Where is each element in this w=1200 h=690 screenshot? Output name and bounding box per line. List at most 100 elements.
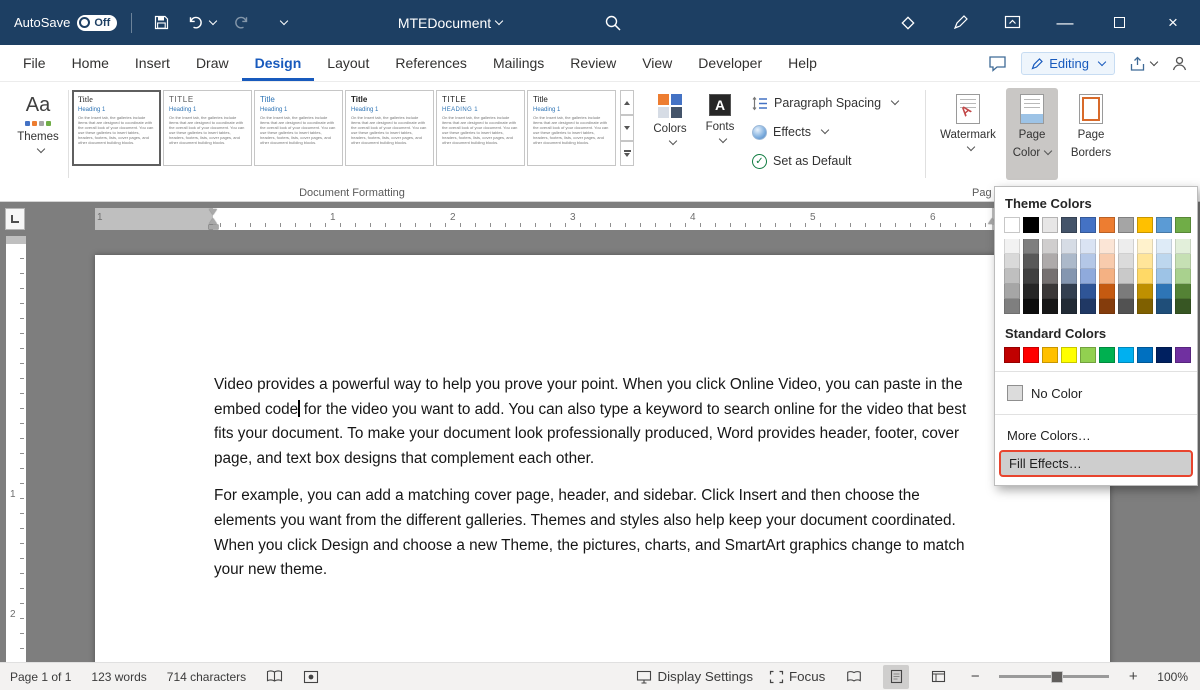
page-borders-button[interactable]: Page Borders <box>1062 88 1120 180</box>
zoom-in-button[interactable]: + <box>1125 668 1141 685</box>
tab-developer[interactable]: Developer <box>685 45 775 81</box>
color-swatch[interactable] <box>1099 284 1115 299</box>
document-title[interactable]: MTEDocument <box>365 0 535 45</box>
color-swatch[interactable] <box>1156 299 1172 314</box>
colors-button[interactable]: Colors <box>646 88 694 180</box>
color-swatch[interactable] <box>1099 254 1115 269</box>
tab-view[interactable]: View <box>629 45 685 81</box>
color-swatch[interactable] <box>1118 239 1134 254</box>
color-swatch[interactable] <box>1023 347 1039 363</box>
close-button[interactable]: × <box>1146 0 1200 45</box>
search-button[interactable] <box>598 8 628 38</box>
tab-references[interactable]: References <box>382 45 480 81</box>
color-swatch[interactable] <box>1175 299 1191 314</box>
color-swatch[interactable] <box>1137 239 1153 254</box>
vertical-ruler[interactable]: 12 <box>6 236 26 662</box>
redo-button[interactable] <box>226 8 256 38</box>
page-color-button[interactable]: Page Color <box>1006 88 1058 180</box>
style-set-thumbnail[interactable]: TITLEHeading 1On the Insert tab, the gal… <box>163 90 252 166</box>
web-layout-view-button[interactable] <box>925 665 951 689</box>
macro-recording-button[interactable] <box>303 670 319 684</box>
color-swatch[interactable] <box>1042 347 1058 363</box>
account-button[interactable] <box>1171 55 1188 72</box>
color-swatch[interactable] <box>1061 284 1077 299</box>
tab-layout[interactable]: Layout <box>314 45 382 81</box>
presenter-button[interactable] <box>882 0 934 45</box>
color-swatch[interactable] <box>1156 217 1172 233</box>
color-swatch[interactable] <box>1156 239 1172 254</box>
document-page[interactable]: Video provides a powerful way to help yo… <box>95 255 1110 662</box>
color-swatch[interactable] <box>1042 239 1058 254</box>
color-swatch[interactable] <box>1175 284 1191 299</box>
color-swatch[interactable] <box>1137 284 1153 299</box>
color-swatch[interactable] <box>1137 217 1153 233</box>
paragraph-spacing-button[interactable]: Paragraph Spacing <box>752 92 898 114</box>
color-swatch[interactable] <box>1080 239 1096 254</box>
watermark-button[interactable]: A Watermark <box>936 88 1000 180</box>
color-swatch[interactable] <box>1156 284 1172 299</box>
color-swatch[interactable] <box>1099 239 1115 254</box>
color-swatch[interactable] <box>1099 347 1115 363</box>
color-swatch[interactable] <box>1080 254 1096 269</box>
page-number-indicator[interactable]: Page 1 of 1 <box>10 670 71 684</box>
maximize-button[interactable] <box>1092 0 1146 45</box>
color-swatch[interactable] <box>1175 269 1191 284</box>
zoom-slider-thumb[interactable] <box>1051 671 1063 683</box>
autosave-toggle[interactable]: AutoSave Off <box>14 15 117 31</box>
color-swatch[interactable] <box>1061 347 1077 363</box>
comments-button[interactable] <box>988 55 1007 72</box>
tab-home[interactable]: Home <box>59 45 122 81</box>
minimize-button[interactable]: — <box>1038 0 1092 45</box>
ribbon-display-options-button[interactable] <box>986 0 1038 45</box>
share-button[interactable] <box>1129 56 1157 72</box>
color-swatch[interactable] <box>1099 269 1115 284</box>
color-swatch[interactable] <box>1137 254 1153 269</box>
color-swatch[interactable] <box>1042 284 1058 299</box>
tab-mailings[interactable]: Mailings <box>480 45 557 81</box>
tab-draw[interactable]: Draw <box>183 45 242 81</box>
menu-item-fill-effects[interactable]: Fill Effects… <box>999 450 1193 477</box>
color-swatch[interactable] <box>1004 254 1020 269</box>
word-count-indicator[interactable]: 123 words <box>91 670 146 684</box>
color-swatch[interactable] <box>1137 299 1153 314</box>
color-swatch[interactable] <box>1156 269 1172 284</box>
color-swatch[interactable] <box>1118 347 1134 363</box>
undo-button[interactable] <box>186 8 216 38</box>
menu-item-no-color[interactable]: No Color <box>1003 380 1189 406</box>
color-swatch[interactable] <box>1004 284 1020 299</box>
style-set-thumbnail[interactable]: TitleHeading 1On the Insert tab, the gal… <box>72 90 161 166</box>
color-swatch[interactable] <box>1080 347 1096 363</box>
color-swatch[interactable] <box>1156 347 1172 363</box>
style-set-thumbnail[interactable]: TitleHeading 1On the Insert tab, the gal… <box>527 90 616 166</box>
character-count-indicator[interactable]: 714 characters <box>167 670 246 684</box>
style-set-thumbnail[interactable]: TitleHeading 1On the Insert tab, the gal… <box>254 90 343 166</box>
color-swatch[interactable] <box>1023 239 1039 254</box>
tab-insert[interactable]: Insert <box>122 45 183 81</box>
color-swatch[interactable] <box>1137 347 1153 363</box>
proofing-status-button[interactable] <box>266 669 283 684</box>
left-indent-marker[interactable] <box>209 225 218 229</box>
color-swatch[interactable] <box>1004 269 1020 284</box>
customize-quick-access-button[interactable] <box>266 8 296 38</box>
color-swatch[interactable] <box>1080 284 1096 299</box>
color-swatch[interactable] <box>1080 299 1096 314</box>
display-settings-button[interactable]: Display Settings <box>636 669 753 684</box>
color-swatch[interactable] <box>1004 347 1020 363</box>
body-paragraph[interactable]: For example, you can add a matching cove… <box>214 484 982 582</box>
color-swatch[interactable] <box>1156 254 1172 269</box>
color-swatch[interactable] <box>1061 239 1077 254</box>
tab-review[interactable]: Review <box>557 45 629 81</box>
zoom-out-button[interactable]: − <box>967 668 983 685</box>
color-swatch[interactable] <box>1061 299 1077 314</box>
themes-button[interactable]: Aa Themes <box>10 88 66 180</box>
style-set-thumbnail[interactable]: TitleHeading 1On the Insert tab, the gal… <box>345 90 434 166</box>
color-swatch[interactable] <box>1042 299 1058 314</box>
color-swatch[interactable] <box>1023 217 1039 233</box>
color-swatch[interactable] <box>1175 239 1191 254</box>
zoom-slider[interactable] <box>999 670 1109 684</box>
read-mode-view-button[interactable] <box>841 665 867 689</box>
color-swatch[interactable] <box>1175 254 1191 269</box>
color-swatch[interactable] <box>1099 299 1115 314</box>
color-swatch[interactable] <box>1004 217 1020 233</box>
color-swatch[interactable] <box>1061 254 1077 269</box>
